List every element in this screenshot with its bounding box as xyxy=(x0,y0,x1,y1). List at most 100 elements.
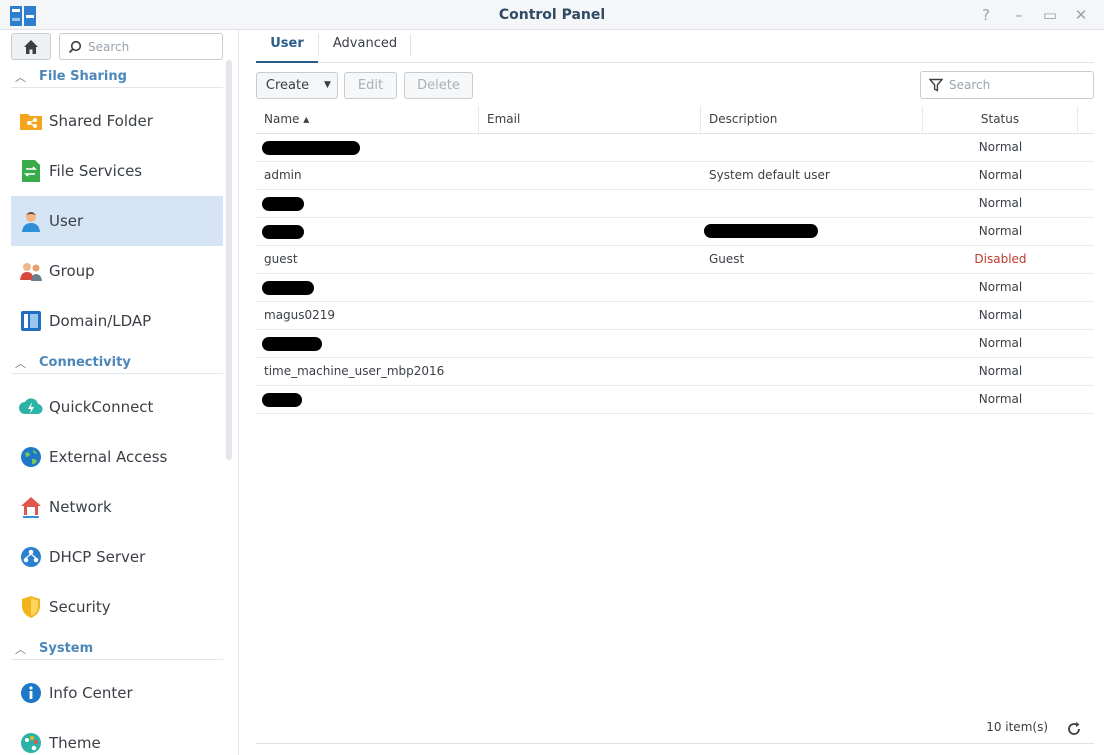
redaction-mark xyxy=(262,141,360,155)
tab-bar: User Advanced xyxy=(256,30,1094,63)
create-dropdown-caret-icon[interactable]: ▼ xyxy=(318,72,338,99)
edit-button[interactable]: Edit xyxy=(344,72,397,99)
cell-name: time_machine_user_mbp2016 xyxy=(264,364,445,378)
cell-description xyxy=(701,330,923,357)
user-filter-search-box[interactable] xyxy=(920,71,1094,99)
table-row[interactable]: time_machine_user_mbp2016 Normal xyxy=(256,358,1094,386)
sidebar-item-dhcp-server[interactable]: DHCP Server xyxy=(11,532,223,582)
tab-advanced[interactable]: Advanced xyxy=(322,30,408,63)
user-icon xyxy=(22,212,40,232)
cell-status: Normal xyxy=(978,308,1023,322)
sidebar: ︿ File Sharing Shared Folder File Servic… xyxy=(0,30,239,755)
cell-status: Normal xyxy=(978,224,1023,238)
info-center-icon xyxy=(21,683,41,703)
cell-email xyxy=(479,246,701,273)
dhcp-server-icon xyxy=(21,547,41,567)
sidebar-search-input[interactable] xyxy=(88,39,208,54)
sidebar-item-shared-folder[interactable]: Shared Folder xyxy=(11,96,223,146)
sidebar-scrollbar[interactable] xyxy=(226,60,232,460)
sidebar-item-external-access[interactable]: External Access xyxy=(11,432,223,482)
cell-email xyxy=(479,330,701,357)
sidebar-item-domain-ldap[interactable]: Domain/LDAP xyxy=(11,296,223,346)
sidebar-item-network[interactable]: Network xyxy=(11,482,223,532)
section-connectivity[interactable]: ︿ Connectivity xyxy=(11,352,223,374)
cell-email xyxy=(479,134,701,161)
create-button[interactable]: Create xyxy=(256,72,319,99)
table-row[interactable]: Normal xyxy=(256,274,1094,302)
cell-status: Normal xyxy=(978,392,1023,406)
cell-status: Normal xyxy=(978,280,1023,294)
table-row[interactable]: admin System default user Normal xyxy=(256,162,1094,190)
close-icon[interactable]: ✕ xyxy=(1071,5,1091,25)
network-icon xyxy=(21,497,41,518)
item-count: 10 item(s) xyxy=(986,720,1048,734)
cell-description xyxy=(701,386,923,413)
redaction-mark xyxy=(262,393,302,407)
redaction-mark xyxy=(262,225,304,239)
sidebar-item-theme[interactable]: Theme xyxy=(11,718,223,755)
shared-folder-icon xyxy=(20,114,42,130)
external-access-icon xyxy=(21,447,41,467)
title-bar: Control Panel ? – ▭ ✕ xyxy=(0,0,1104,30)
sidebar-item-user[interactable]: User xyxy=(11,196,223,246)
redaction-mark xyxy=(704,224,818,238)
quickconnect-icon xyxy=(19,398,43,415)
tab-user[interactable]: User xyxy=(256,30,318,63)
cell-status: Normal xyxy=(978,364,1023,378)
cell-status: Normal xyxy=(978,336,1023,350)
cell-name: guest xyxy=(264,252,298,266)
cell-description: Guest xyxy=(709,252,745,266)
table-row[interactable]: Normal xyxy=(256,330,1094,358)
sidebar-search-box[interactable] xyxy=(59,33,223,60)
cell-email xyxy=(479,190,701,217)
section-file-sharing[interactable]: ︿ File Sharing xyxy=(11,66,223,88)
cell-description xyxy=(701,302,923,329)
redaction-mark xyxy=(262,197,304,211)
column-header-status[interactable]: Status xyxy=(923,106,1078,134)
column-header-email[interactable]: Email xyxy=(479,106,701,134)
sidebar-item-quickconnect[interactable]: QuickConnect xyxy=(11,382,223,432)
cell-status: Normal xyxy=(978,140,1023,154)
cell-description xyxy=(701,190,923,217)
sidebar-item-security[interactable]: Security xyxy=(11,582,223,632)
cell-status: Disabled xyxy=(974,252,1027,266)
cell-email xyxy=(479,218,701,245)
sidebar-item-file-services[interactable]: File Services xyxy=(11,146,223,196)
table-row[interactable]: Normal xyxy=(256,134,1094,162)
group-icon xyxy=(20,263,42,281)
cell-name: admin xyxy=(264,168,302,182)
help-icon[interactable]: ? xyxy=(976,5,996,25)
column-header-description[interactable]: Description xyxy=(701,106,923,134)
tab-divider xyxy=(410,34,411,56)
cell-email xyxy=(479,358,701,385)
table-row[interactable]: Normal xyxy=(256,386,1094,414)
chevron-up-icon: ︿ xyxy=(15,356,26,370)
user-search-input[interactable] xyxy=(949,78,1079,92)
cell-email xyxy=(479,274,701,301)
table-row[interactable]: guest Guest Disabled xyxy=(256,246,1094,274)
cell-email xyxy=(479,386,701,413)
chevron-up-icon: ︿ xyxy=(15,642,26,656)
cell-status: Normal xyxy=(978,168,1023,182)
column-header-name[interactable]: Name ▴ xyxy=(256,106,479,134)
table-row[interactable]: Normal xyxy=(256,190,1094,218)
filter-icon xyxy=(929,78,943,92)
sidebar-item-group[interactable]: Group xyxy=(11,246,223,296)
search-icon xyxy=(68,40,82,53)
cell-description xyxy=(701,358,923,385)
maximize-icon[interactable]: ▭ xyxy=(1040,5,1060,25)
delete-button[interactable]: Delete xyxy=(404,72,473,99)
home-icon xyxy=(24,39,38,54)
table-row[interactable]: magus0219 Normal xyxy=(256,302,1094,330)
cell-name: magus0219 xyxy=(264,308,336,322)
home-button[interactable] xyxy=(11,33,51,60)
security-icon xyxy=(22,596,40,618)
table-row[interactable]: Normal xyxy=(256,218,1094,246)
cell-email xyxy=(479,302,701,329)
refresh-icon[interactable] xyxy=(1064,719,1084,739)
minimize-icon[interactable]: – xyxy=(1009,5,1029,25)
redaction-mark xyxy=(262,337,322,351)
chevron-up-icon: ︿ xyxy=(15,70,26,84)
section-system[interactable]: ︿ System xyxy=(11,638,223,660)
sidebar-item-info-center[interactable]: Info Center xyxy=(11,668,223,718)
